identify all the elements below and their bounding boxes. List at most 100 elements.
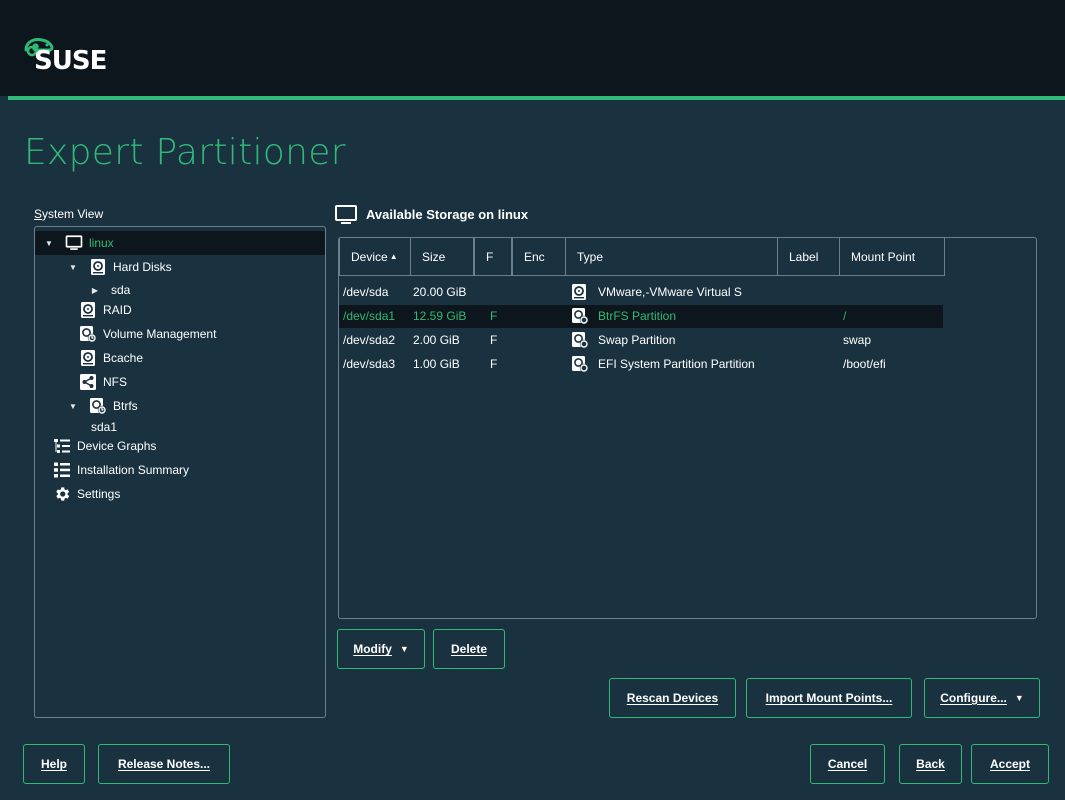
release-notes-button[interactable]: Release Notes...: [98, 744, 230, 784]
tree-item-settings[interactable]: Settings: [35, 482, 325, 506]
rescan-label: Rescan Devices: [626, 691, 719, 705]
system-view-label: System View: [34, 207, 104, 221]
cell-f: F: [490, 357, 498, 371]
tree-item-bcache[interactable]: Bcache: [35, 346, 325, 370]
cell-type: BtrFS Partition: [598, 309, 677, 323]
table-row[interactable]: /dev/sda 20.00 GiB VMware,-VMware Virtual …: [339, 281, 943, 304]
column-header-label: Type: [577, 249, 604, 264]
storage-table[interactable]: Device ▲ Size F Enc Type Label Mount Point /dev…: [338, 237, 1037, 619]
expand-arrow-icon[interactable]: ▼: [67, 402, 79, 411]
cell-type: Swap Partition: [598, 333, 676, 347]
modify-button[interactable]: Modify ▼: [337, 629, 425, 669]
release-notes-label: Release Notes...: [117, 757, 211, 771]
cell-size: 1.00 GiB: [413, 357, 460, 371]
system-view-tree[interactable]: ▼ linux ▼ Hard Disks ▶ sda RAID Volume Manageme…: [34, 226, 326, 718]
column-header-type[interactable]: Type: [565, 238, 778, 276]
collapse-arrow-icon[interactable]: ▶: [89, 286, 101, 295]
share-icon: [79, 373, 97, 391]
system-view-label-text: ystem View: [42, 207, 104, 221]
tree-item-raid[interactable]: RAID: [35, 298, 325, 322]
column-header-device[interactable]: Device ▲: [339, 238, 411, 276]
configure-label: Configure...: [940, 691, 1007, 705]
tree-item-label: RAID: [103, 303, 132, 317]
column-header-label: F: [486, 249, 494, 264]
column-header-mount-point[interactable]: Mount Point: [839, 238, 945, 276]
partition-icon: [571, 355, 589, 376]
cell-f: F: [490, 309, 498, 323]
column-header-f[interactable]: F: [474, 238, 512, 276]
tree-item-label: sda: [111, 283, 131, 297]
volume-icon: [79, 325, 97, 343]
tree-item-nfs[interactable]: NFS: [35, 370, 325, 394]
cell-device: /dev/sda1: [343, 309, 396, 323]
column-header-label: Label: [789, 249, 819, 264]
cell-size: 20.00 GiB: [413, 285, 467, 299]
tree-item-label: Hard Disks: [113, 260, 172, 274]
disk-icon: [79, 349, 97, 367]
cell-type: EFI System Partition Partition: [598, 357, 755, 371]
table-row[interactable]: /dev/sda1 12.59 GiB F BtrFS Partition /: [339, 305, 943, 328]
monitor-icon: [335, 205, 357, 224]
storage-title: Available Storage on linux: [366, 207, 529, 222]
delete-label: Delete: [450, 642, 488, 656]
accept-button[interactable]: Accept: [971, 744, 1049, 784]
sort-ascending-icon: ▲: [389, 252, 398, 261]
back-label: Back: [916, 757, 945, 771]
cancel-label: Cancel: [827, 757, 868, 771]
monitor-icon: [65, 234, 83, 252]
tree-item-label: Volume Management: [103, 327, 217, 341]
column-header-enc[interactable]: Enc: [512, 238, 566, 276]
tree-item-label: sda1: [91, 420, 118, 434]
tree-item-label: Bcache: [103, 351, 144, 365]
column-header-size[interactable]: Size: [410, 238, 474, 276]
list-icon: [53, 461, 71, 479]
cell-type: VMware,-VMware Virtual S: [598, 285, 742, 299]
import-mount-points-button[interactable]: Import Mount Points...: [746, 678, 912, 718]
back-button[interactable]: Back: [899, 744, 962, 784]
volume-icon: [89, 397, 107, 415]
tree-item-linux[interactable]: ▼ linux: [35, 231, 325, 255]
column-header-label: Mount Point: [851, 249, 916, 264]
expand-arrow-icon[interactable]: ▼: [67, 263, 79, 272]
chevron-down-icon: ▼: [1014, 693, 1024, 703]
header-bar: SUSE: [0, 0, 1065, 96]
cell-device: /dev/sda2: [343, 333, 396, 347]
page-title: Expert Partitioner: [24, 132, 346, 173]
cell-device: /dev/sda3: [343, 357, 396, 371]
disk-icon: [89, 258, 107, 276]
tree-item-hard-disks[interactable]: ▼ Hard Disks: [35, 255, 325, 279]
tree-item-label: Installation Summary: [77, 463, 190, 477]
tree-item-label: Btrfs: [113, 399, 138, 413]
help-button[interactable]: Help: [23, 744, 85, 784]
gear-icon: [53, 485, 71, 503]
table-row[interactable]: /dev/sda3 1.00 GiB F EFI System Partition P…: [339, 353, 943, 376]
column-header-label: Size: [422, 249, 446, 264]
cell-mount: /boot/efi: [843, 357, 886, 371]
column-header-label: Device: [351, 249, 388, 264]
disk-icon: [79, 301, 97, 319]
delete-button[interactable]: Delete: [433, 629, 505, 669]
cell-f: F: [490, 333, 498, 347]
tree-item-volume-management[interactable]: Volume Management: [35, 322, 325, 346]
chevron-down-icon: ▼: [399, 644, 409, 654]
cell-mount: /: [843, 309, 847, 323]
rescan-devices-button[interactable]: Rescan Devices: [609, 678, 736, 718]
column-header-label: Enc: [524, 249, 545, 264]
expand-arrow-icon[interactable]: ▼: [43, 239, 55, 248]
cell-size: 12.59 GiB: [413, 309, 467, 323]
tree-item-device-graphs[interactable]: Device Graphs: [35, 434, 325, 458]
tree-item-label: linux: [89, 236, 114, 250]
accept-label: Accept: [989, 757, 1030, 771]
column-header-label[interactable]: Label: [777, 238, 840, 276]
suse-logo: SUSE: [34, 46, 107, 76]
cell-device: /dev/sda: [343, 285, 389, 299]
cell-size: 2.00 GiB: [413, 333, 460, 347]
tree-item-installation-summary[interactable]: Installation Summary: [35, 458, 325, 482]
cancel-button[interactable]: Cancel: [810, 744, 885, 784]
header-accent-line: [8, 96, 1065, 100]
table-row[interactable]: /dev/sda2 2.00 GiB F Swap Partition swap: [339, 329, 943, 352]
help-label: Help: [40, 757, 67, 771]
graph-icon: [53, 437, 71, 455]
import-label: Import Mount Points...: [765, 691, 893, 705]
configure-button[interactable]: Configure... ▼: [924, 678, 1040, 718]
